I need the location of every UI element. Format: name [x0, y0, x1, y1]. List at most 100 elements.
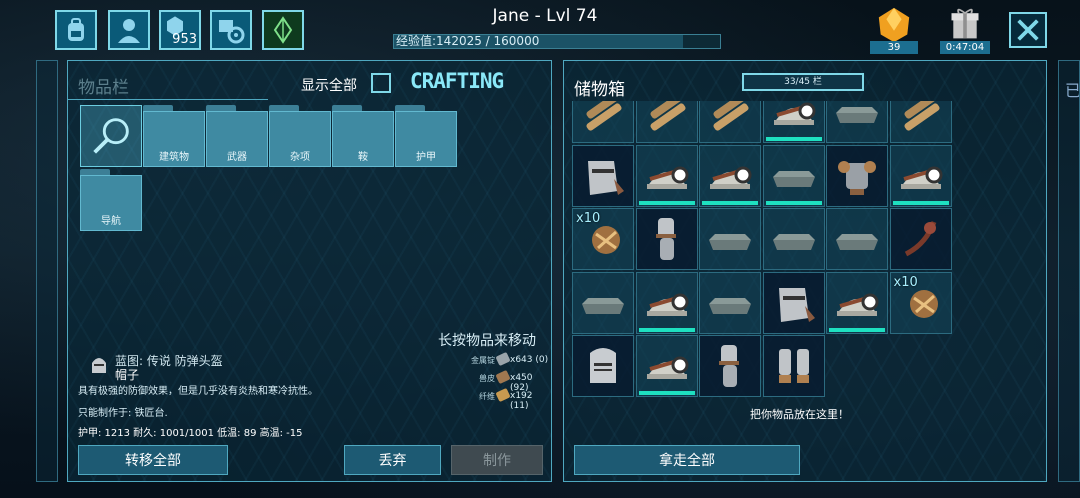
storage-slot[interactable] — [572, 335, 634, 397]
transfer-all-button[interactable]: 转移全部 — [78, 445, 228, 475]
xp-bar: 经验值:142025 / 160000 — [393, 34, 721, 49]
item-quantity: x10 — [893, 274, 918, 290]
folder-armor[interactable]: 护甲 — [395, 105, 457, 167]
storage-slot[interactable]: x65 — [635, 101, 698, 143]
gray-armor-icon — [709, 234, 751, 250]
profile-icon — [118, 19, 140, 43]
wood-icon — [586, 101, 622, 131]
storage-slot[interactable]: x10 — [572, 208, 634, 270]
right-edge-panel: 已 — [1058, 60, 1080, 482]
storage-slot[interactable] — [826, 144, 888, 207]
engram-count: 953 — [172, 32, 197, 47]
leg-armor-icon — [655, 218, 676, 260]
folder-label: 导航 — [101, 216, 121, 227]
resource-row: 兽皮 x450 (92) — [458, 369, 553, 393]
gray-armor-icon — [772, 170, 815, 187]
gems-button[interactable]: 39 — [870, 6, 918, 54]
folder-saddles[interactable]: 鞍 — [332, 105, 394, 167]
gift-icon — [951, 8, 979, 39]
durability-bar — [702, 200, 758, 205]
close-button[interactable] — [1009, 12, 1047, 48]
wood-icon — [713, 101, 749, 131]
show-all-checkbox[interactable] — [371, 73, 391, 93]
close-icon — [1017, 19, 1039, 41]
durability-bar — [638, 327, 695, 332]
magnifier-icon — [93, 118, 129, 154]
folder-navigation[interactable]: 导航 — [80, 169, 142, 231]
storage-slot[interactable] — [635, 144, 698, 207]
storage-slot[interactable] — [635, 208, 698, 270]
storage-slot[interactable] — [889, 208, 952, 270]
storage-panel: 储物箱 33/45 栏 x58x65x11 x10 x10 x10 把你物品放在这里！… — [563, 60, 1047, 482]
storage-slot[interactable] — [699, 335, 761, 397]
durability-bar — [765, 137, 822, 141]
chest-armor-icon — [838, 160, 876, 195]
gift-button[interactable]: 0:47:04 — [940, 6, 990, 54]
tribe-icon — [273, 16, 293, 44]
folder-label: 杂项 — [290, 152, 310, 163]
storage-slot[interactable]: x58 — [572, 101, 634, 143]
storage-grid: x58x65x11 x10 x10 x10 — [572, 101, 952, 397]
resource-row: 纤维 x192 (11) — [458, 387, 553, 411]
settings-button[interactable] — [210, 10, 252, 50]
storage-slot[interactable] — [826, 271, 888, 334]
storage-title: 储物箱 — [574, 80, 625, 100]
storage-slot[interactable] — [762, 208, 825, 270]
engrams-button[interactable]: 953 — [159, 10, 201, 50]
craft-button[interactable]: 制作 — [451, 445, 543, 475]
storage-slot[interactable] — [826, 208, 888, 270]
miner-helmet-icon — [837, 293, 879, 316]
storage-slot[interactable] — [699, 271, 761, 334]
storage-slot[interactable] — [762, 335, 825, 397]
seeds-icon — [904, 221, 936, 257]
storage-slot[interactable] — [762, 144, 825, 207]
storage-slot[interactable] — [635, 335, 698, 397]
metal-ingot-icon — [495, 351, 511, 367]
wood-icon — [904, 101, 939, 131]
storage-slot[interactable] — [635, 271, 698, 334]
gray-armor-icon — [772, 234, 815, 250]
resource-row: 金属锭 x643 (0) — [458, 351, 553, 369]
take-all-button[interactable]: 拿走全部 — [574, 445, 800, 475]
storage-slot[interactable] — [889, 144, 952, 207]
storage-slot[interactable] — [762, 101, 825, 143]
gray-armor-icon — [709, 297, 751, 314]
drop-hint: 把你物品放在这里！ — [750, 408, 849, 421]
gray-armor-icon — [582, 297, 624, 314]
storage-slot[interactable] — [699, 208, 761, 270]
storage-slot[interactable] — [699, 144, 761, 207]
miner-helmet-icon — [646, 356, 688, 379]
drop-button[interactable]: 丢弃 — [344, 445, 441, 475]
backpack-button[interactable] — [55, 10, 97, 50]
storage-slot[interactable]: x10 — [889, 271, 952, 334]
leg-armor-icon — [719, 345, 739, 387]
wood-icon — [650, 101, 685, 131]
storage-slot[interactable] — [826, 101, 888, 143]
folder-label: 鞍 — [358, 152, 368, 163]
plate-helmet-icon — [778, 287, 815, 322]
gray-armor-icon — [836, 107, 878, 123]
folder-weapons[interactable]: 武器 — [206, 105, 268, 167]
hide-icon — [495, 369, 511, 385]
search-button[interactable] — [80, 105, 142, 167]
durability-bar — [638, 391, 695, 395]
miner-helmet-icon — [710, 166, 752, 189]
profile-button[interactable] — [108, 10, 150, 50]
gift-timer: 0:47:04 — [940, 41, 990, 54]
miner-helmet-icon — [773, 102, 815, 125]
backpack-icon — [68, 18, 84, 41]
storage-slot[interactable] — [762, 271, 825, 334]
helmet-thumbnail-icon — [92, 358, 106, 373]
fiber-icon — [495, 387, 511, 403]
durability-bar — [829, 327, 885, 332]
storage-slot[interactable] — [572, 271, 634, 334]
settings-icon — [219, 20, 245, 44]
durability-bar — [638, 200, 695, 205]
folder-misc[interactable]: 杂项 — [269, 105, 331, 167]
storage-slot[interactable] — [572, 144, 634, 207]
folder-structures[interactable]: 建筑物 — [143, 105, 205, 167]
storage-slot[interactable]: x11 — [699, 101, 761, 143]
crafting-tab[interactable]: CRAFTING — [410, 69, 504, 93]
tribe-button[interactable] — [262, 10, 304, 50]
storage-slot[interactable]: x10 — [889, 101, 952, 143]
